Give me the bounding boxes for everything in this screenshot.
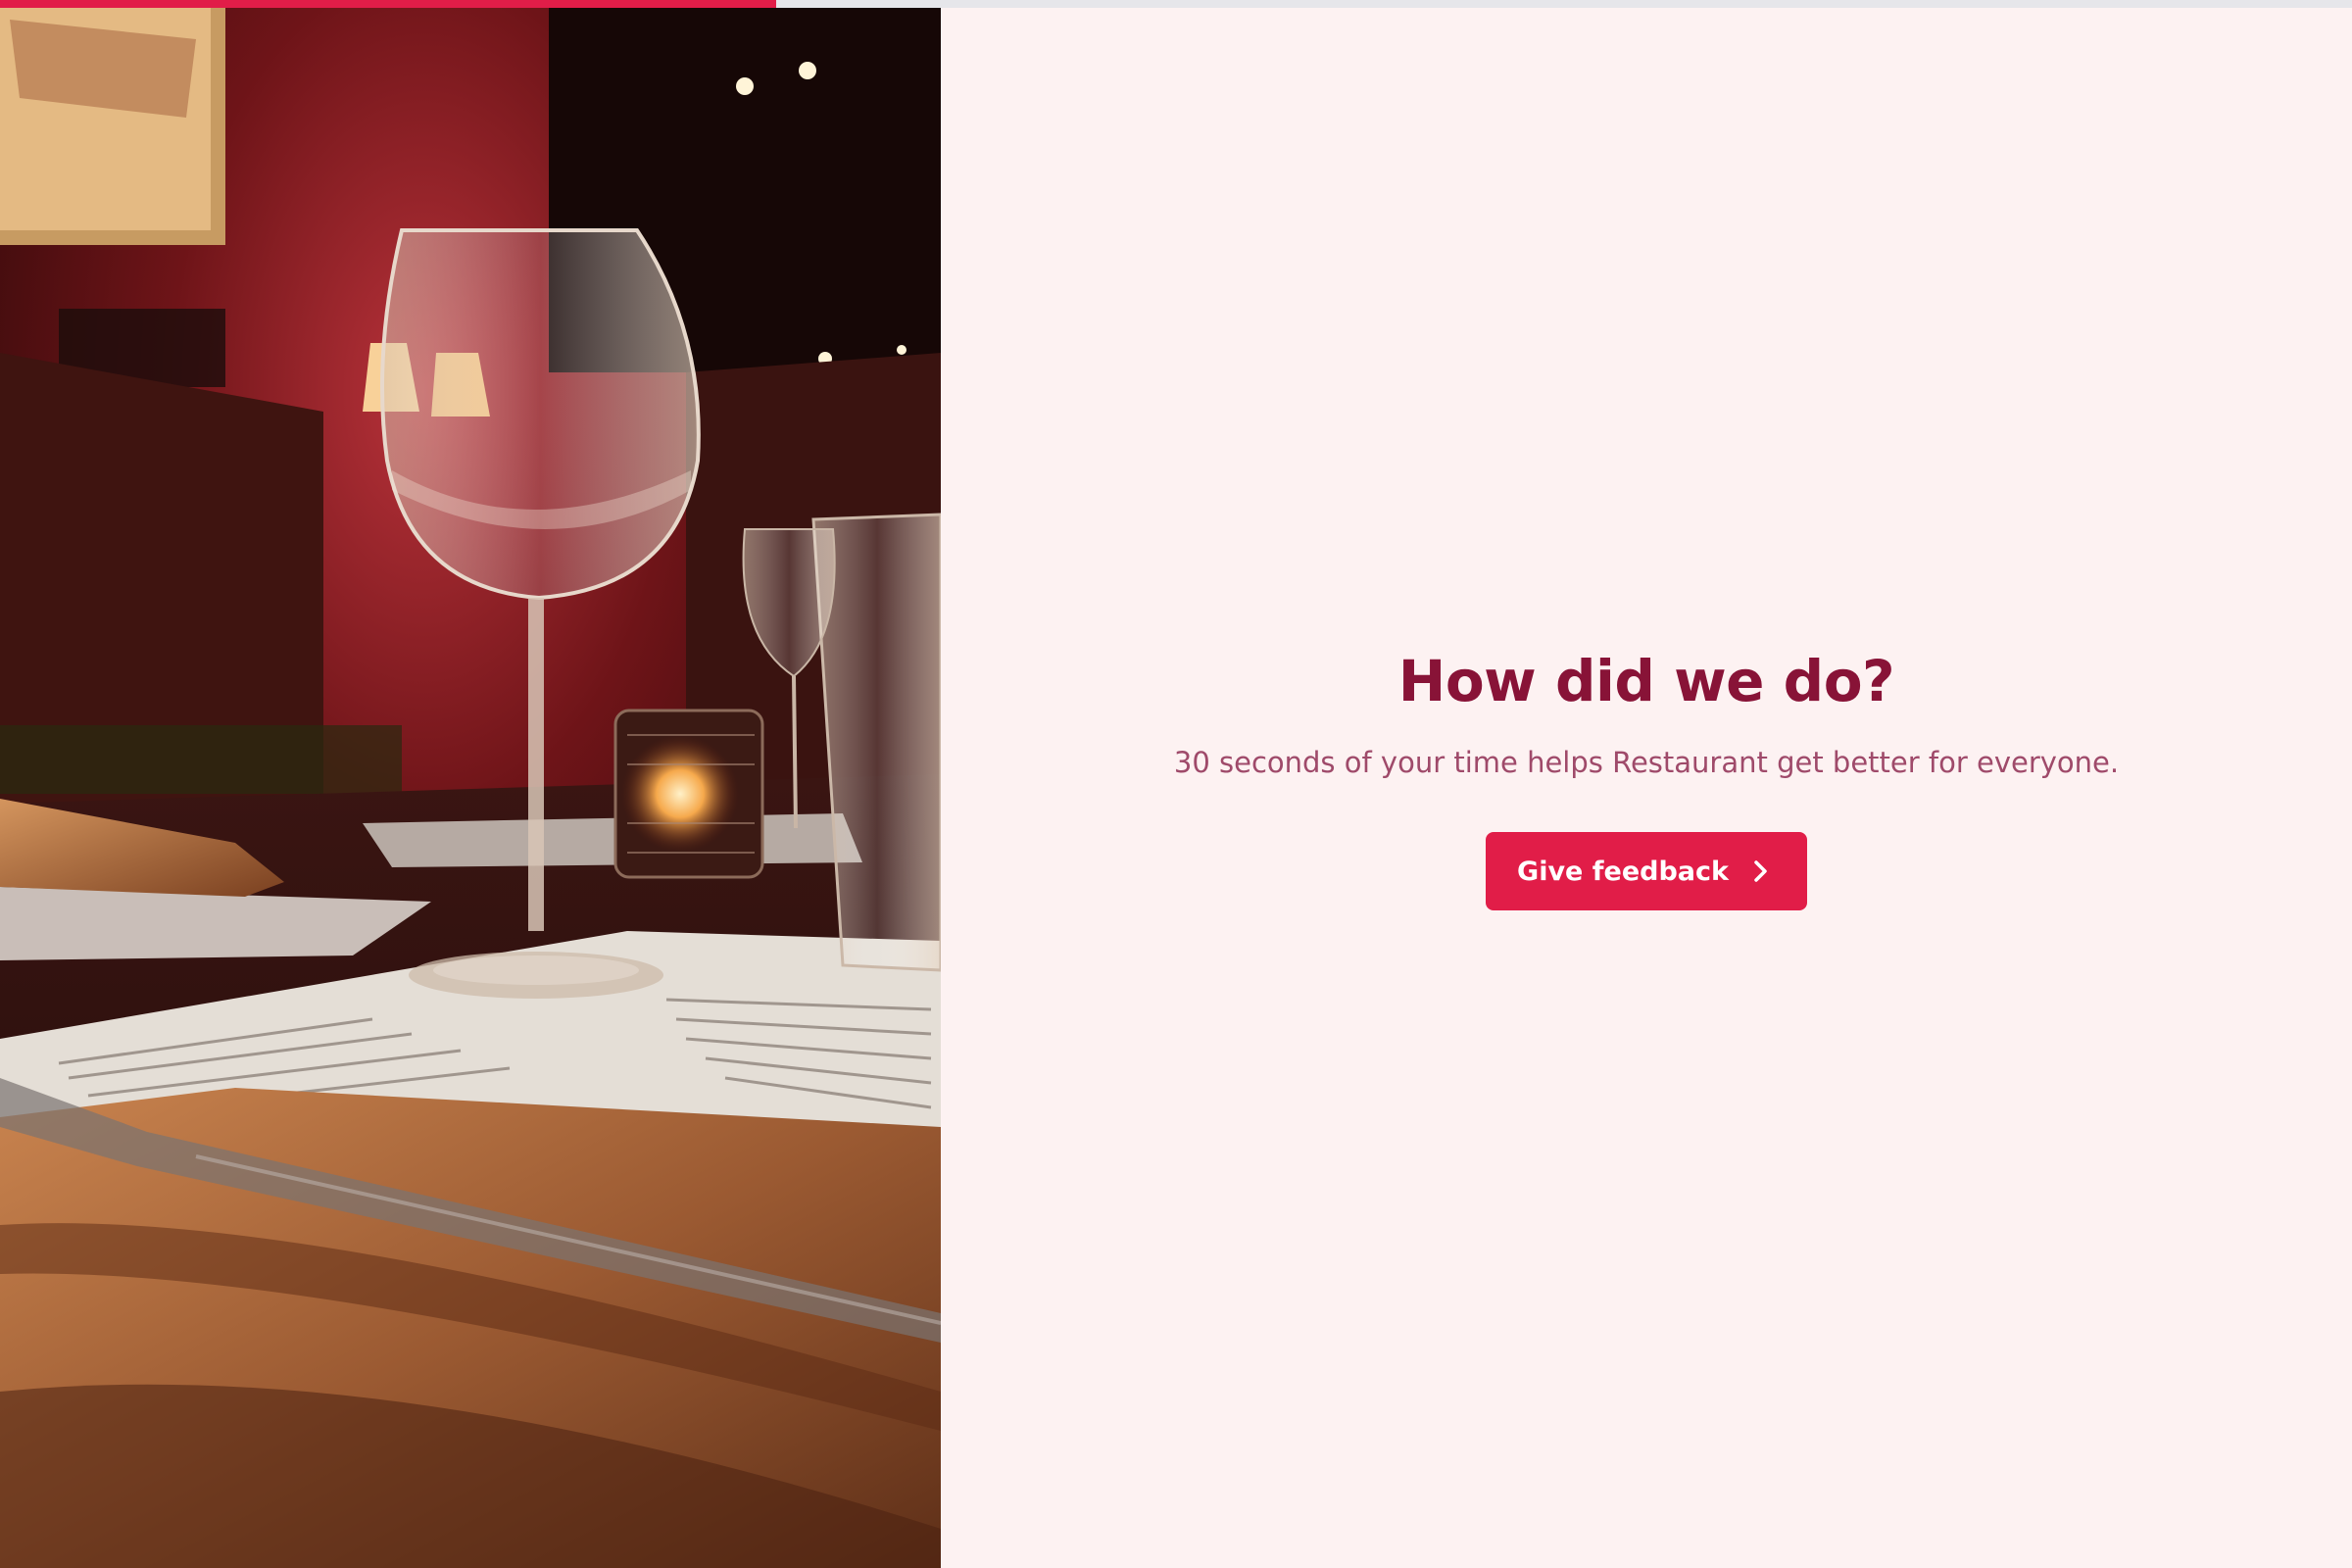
give-feedback-label: Give feedback xyxy=(1517,856,1729,887)
page-title: How did we do? xyxy=(1397,648,1895,714)
survey-intro: How did we do? 30 seconds of your time h… xyxy=(941,0,2352,1568)
chevron-right-icon xyxy=(1752,858,1770,884)
restaurant-table-photo xyxy=(0,0,941,1568)
page-subtitle: 30 seconds of your time helps Restaurant… xyxy=(1173,746,2120,779)
restaurant-photo xyxy=(0,0,941,1568)
give-feedback-button[interactable]: Give feedback xyxy=(1486,832,1807,910)
progress-bar-fill xyxy=(0,0,776,8)
progress-bar xyxy=(0,0,2352,8)
survey-layout: How did we do? 30 seconds of your time h… xyxy=(0,0,2352,1568)
